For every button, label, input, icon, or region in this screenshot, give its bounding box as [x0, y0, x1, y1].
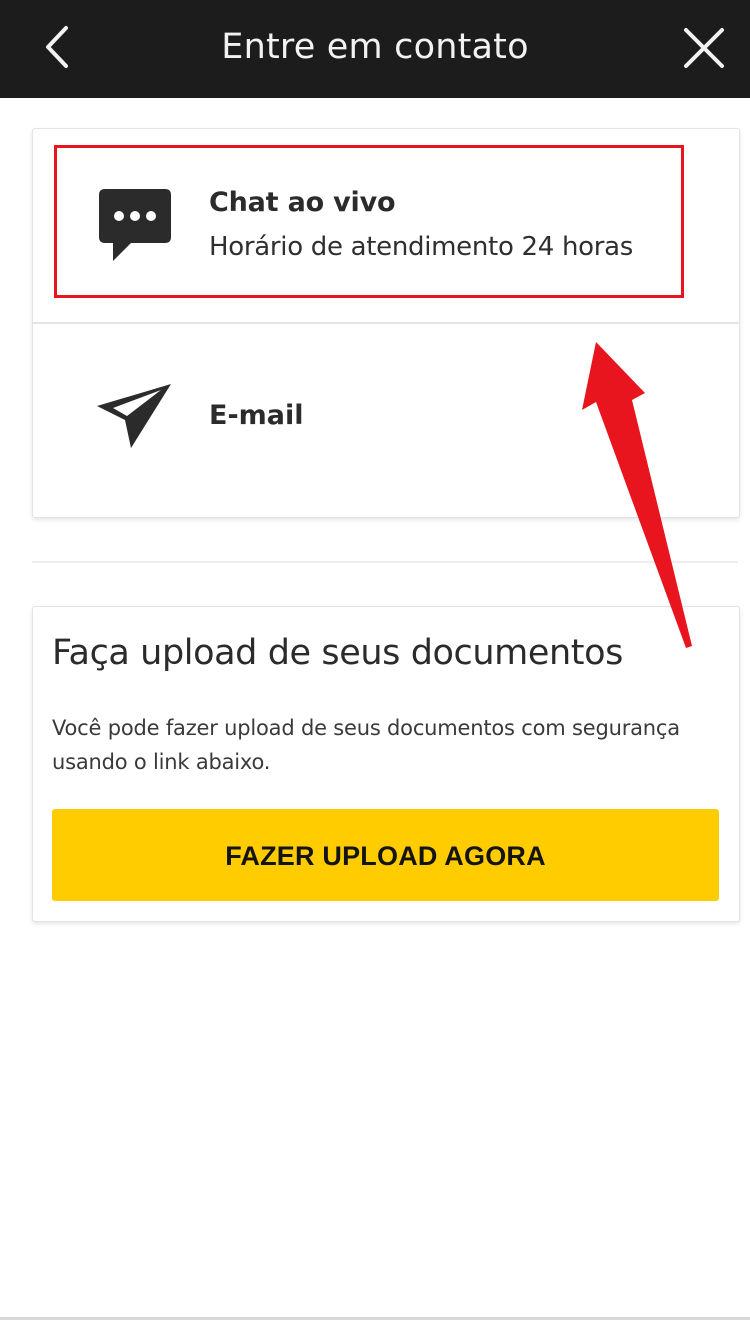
- paper-plane-icon: [97, 384, 171, 448]
- contact-options-card: Chat ao vivo Horário de atendimento 24 h…: [32, 128, 740, 518]
- page-title: Entre em contato: [221, 27, 529, 67]
- close-button[interactable]: [680, 24, 728, 72]
- live-chat-option[interactable]: Chat ao vivo Horário de atendimento 24 h…: [33, 129, 739, 323]
- upload-description: Você pode fazer upload de seus documento…: [52, 716, 680, 774]
- top-app-bar: Entre em contato: [0, 0, 750, 98]
- live-chat-title: Chat ao vivo: [209, 187, 396, 218]
- upload-title: Faça upload de seus documentos: [52, 633, 623, 673]
- live-chat-hours: Horário de atendimento 24 horas: [209, 232, 634, 262]
- upload-now-button[interactable]: FAZER UPLOAD AGORA: [52, 809, 719, 901]
- section-divider: [32, 561, 738, 563]
- close-icon: [684, 28, 724, 68]
- upload-documents-card: Faça upload de seus documentos Você pode…: [32, 606, 740, 922]
- chat-bubble-icon: [99, 189, 171, 261]
- email-option[interactable]: E-mail: [33, 324, 739, 517]
- email-title: E-mail: [209, 400, 304, 431]
